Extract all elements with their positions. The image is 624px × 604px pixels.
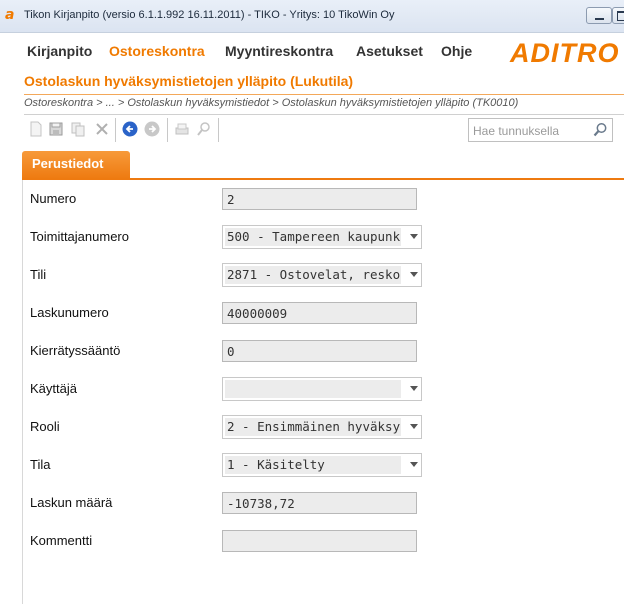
tila-value: 1 - Käsitelty bbox=[225, 456, 401, 474]
forward-arrow-icon[interactable] bbox=[144, 121, 160, 137]
main-menu: Kirjanpito Ostoreskontra Myyntireskontra… bbox=[0, 38, 624, 68]
rooli-select[interactable]: 2 - Ensimmäinen hyväksyjä bbox=[222, 415, 422, 439]
window-title: Tikon Kirjanpito (versio 6.1.1.992 16.11… bbox=[24, 9, 395, 21]
toolbar-separator bbox=[115, 118, 116, 142]
chevron-down-icon[interactable] bbox=[410, 386, 418, 391]
numero-label: Numero bbox=[30, 191, 77, 206]
kierratyssaanto-label: Kierrätyssääntö bbox=[30, 343, 121, 358]
toimittajanumero-select[interactable]: 500 - Tampereen kaupunki bbox=[222, 225, 422, 249]
save-icon[interactable] bbox=[48, 121, 64, 137]
laskunumero-label: Laskunumero bbox=[30, 305, 109, 320]
toolbar bbox=[24, 118, 254, 142]
tili-select[interactable]: 2871 - Ostovelat, reskontr bbox=[222, 263, 422, 287]
laskunumero-field[interactable]: 40000009 bbox=[222, 302, 417, 324]
toimittajanumero-label: Toimittajanumero bbox=[30, 229, 129, 244]
page-title: Ostolaskun hyväksymistietojen ylläpito (… bbox=[24, 73, 354, 89]
aditro-logo: ADITRO bbox=[510, 38, 620, 68]
menu-item-myyntireskontra[interactable]: Myyntireskontra bbox=[225, 43, 333, 59]
search-input[interactable] bbox=[471, 120, 593, 142]
kayttaja-label: Käyttäjä bbox=[30, 381, 77, 396]
toolbar-separator bbox=[167, 118, 168, 142]
back-arrow-icon[interactable] bbox=[122, 121, 138, 137]
find-icon[interactable] bbox=[196, 121, 212, 137]
menu-item-kirjanpito[interactable]: Kirjanpito bbox=[27, 43, 92, 59]
menu-item-asetukset[interactable]: Asetukset bbox=[356, 43, 423, 59]
rooli-value: 2 - Ensimmäinen hyväksyjä bbox=[225, 418, 401, 436]
menu-item-ohje[interactable]: Ohje bbox=[441, 43, 472, 59]
minimize-button[interactable] bbox=[586, 7, 612, 24]
tila-label: Tila bbox=[30, 457, 51, 472]
app-logo-icon: a bbox=[5, 7, 15, 23]
kommentti-field[interactable] bbox=[222, 530, 417, 552]
laskun-maara-field[interactable]: -10738,72 bbox=[222, 492, 417, 514]
title-divider bbox=[24, 94, 624, 95]
toimittajanumero-value: 500 - Tampereen kaupunki bbox=[225, 228, 401, 246]
chevron-down-icon[interactable] bbox=[410, 234, 418, 239]
laskun-maara-label: Laskun määrä bbox=[30, 495, 113, 510]
tili-label: Tili bbox=[30, 267, 47, 282]
toolbar-separator bbox=[218, 118, 219, 142]
maximize-button[interactable] bbox=[612, 7, 624, 24]
breadcrumb: Ostoreskontra > ... > Ostolaskun hyväksy… bbox=[24, 97, 519, 109]
numero-field[interactable]: 2 bbox=[222, 188, 417, 210]
rooli-label: Rooli bbox=[30, 419, 60, 434]
tili-value: 2871 - Ostovelat, reskontr bbox=[225, 266, 401, 284]
delete-icon[interactable] bbox=[94, 121, 110, 137]
new-document-icon[interactable] bbox=[28, 121, 44, 137]
tab-perustiedot[interactable]: Perustiedot bbox=[22, 151, 130, 179]
search-box bbox=[468, 118, 613, 142]
kommentti-label: Kommentti bbox=[30, 533, 93, 548]
menu-item-ostoreskontra[interactable]: Ostoreskontra bbox=[109, 43, 205, 59]
window-titlebar: a Tikon Kirjanpito (versio 6.1.1.992 16.… bbox=[0, 0, 624, 33]
kierratyssaanto-field[interactable]: 0 bbox=[222, 340, 417, 362]
chevron-down-icon[interactable] bbox=[410, 462, 418, 467]
breadcrumb-divider bbox=[24, 114, 624, 115]
kayttaja-select[interactable] bbox=[222, 377, 422, 401]
kayttaja-value bbox=[225, 380, 401, 398]
chevron-down-icon[interactable] bbox=[410, 272, 418, 277]
chevron-down-icon[interactable] bbox=[410, 424, 418, 429]
tila-select[interactable]: 1 - Käsitelty bbox=[222, 453, 422, 477]
search-icon[interactable] bbox=[592, 122, 608, 138]
copy-icon[interactable] bbox=[70, 121, 86, 137]
print-icon[interactable] bbox=[174, 121, 190, 137]
